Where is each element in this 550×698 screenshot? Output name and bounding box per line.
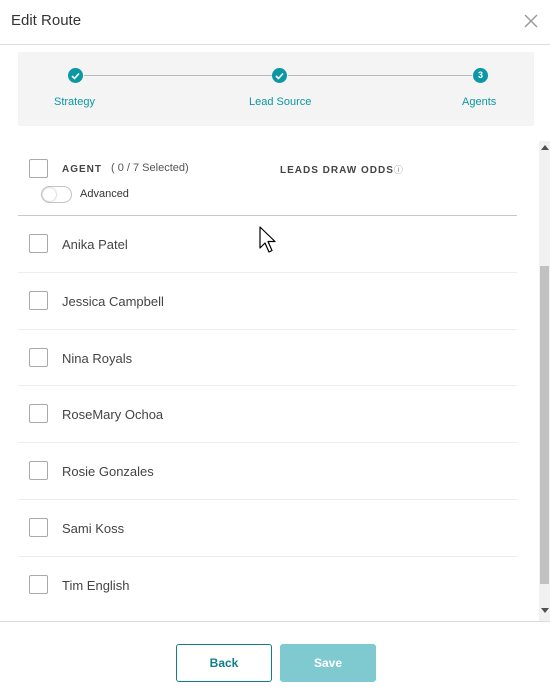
agent-row[interactable]: Rosie Gonzales: [18, 443, 517, 500]
agent-checkbox[interactable]: [29, 517, 48, 537]
scroll-up-arrow-icon[interactable]: [541, 145, 549, 150]
mouse-pointer-icon: [259, 226, 279, 259]
agent-checkbox[interactable]: [29, 461, 48, 481]
agent-name: Anika Patel: [62, 237, 128, 252]
agent-column-header: AGENT: [62, 164, 102, 175]
agent-row[interactable]: Nina Royals: [18, 330, 517, 387]
agent-checkbox[interactable]: [29, 347, 48, 367]
advanced-toggle-label: Advanced: [80, 188, 129, 200]
step-connector: [288, 75, 472, 76]
step-agents-label[interactable]: Agents: [462, 96, 496, 108]
agent-name: RoseMary Ochoa: [62, 407, 164, 423]
advanced-toggle[interactable]: [41, 186, 72, 203]
agent-rows: Anika Patel Jessica Campbell Nina Royals…: [18, 216, 517, 614]
list-scrollbar[interactable]: [539, 141, 550, 621]
dialog-header: Edit Route: [0, 0, 550, 45]
agent-row[interactable]: Tim English: [18, 557, 517, 614]
agent-row[interactable]: Sami Koss: [18, 500, 517, 557]
agent-name: Tim English: [62, 577, 130, 593]
agent-checkbox[interactable]: [29, 574, 48, 594]
step-strategy-check-icon: [68, 68, 83, 83]
dialog-footer: Back Save: [0, 621, 550, 698]
step-connector: [84, 75, 272, 76]
agent-checkbox[interactable]: [29, 234, 48, 253]
info-icon[interactable]: ⓘ: [394, 165, 403, 175]
leads-draw-odds-label: LEADS DRAW ODDS: [280, 165, 394, 176]
agent-name: Sami Koss: [62, 520, 125, 536]
agent-name: Nina Royals: [62, 350, 133, 366]
agents-list: AGENT ( 0 / 7 Selected) LEADS DRAW ODDSⓘ…: [18, 141, 550, 621]
selected-count: ( 0 / 7 Selected): [111, 162, 189, 174]
back-button[interactable]: Back: [176, 644, 272, 682]
agent-checkbox[interactable]: [29, 404, 48, 424]
step-lead-source-check-icon: [272, 68, 287, 83]
step-lead-source-label[interactable]: Lead Source: [249, 96, 311, 108]
scroll-thumb[interactable]: [540, 266, 549, 584]
step-agents-number: 3: [473, 68, 488, 83]
scroll-down-arrow-icon[interactable]: [541, 608, 549, 613]
dialog-title: Edit Route: [11, 12, 82, 29]
leads-draw-odds-header: LEADS DRAW ODDSⓘ: [280, 163, 403, 176]
step-strategy-label[interactable]: Strategy: [54, 96, 95, 108]
toggle-knob: [43, 188, 56, 201]
agents-table-header: AGENT ( 0 / 7 Selected) LEADS DRAW ODDSⓘ…: [18, 141, 517, 216]
stepper: Strategy Lead Source 3 Agents: [18, 52, 534, 126]
step-number: 3: [477, 70, 483, 80]
save-button[interactable]: Save: [280, 644, 376, 682]
agent-checkbox[interactable]: [29, 290, 48, 310]
close-icon[interactable]: [522, 12, 540, 30]
agent-row[interactable]: RoseMary Ochoa: [18, 386, 517, 444]
select-all-checkbox[interactable]: [29, 159, 48, 178]
agent-name: Rosie Gonzales: [62, 464, 154, 480]
agent-name: Jessica Campbell: [62, 293, 164, 309]
agent-row[interactable]: Jessica Campbell: [18, 273, 517, 330]
